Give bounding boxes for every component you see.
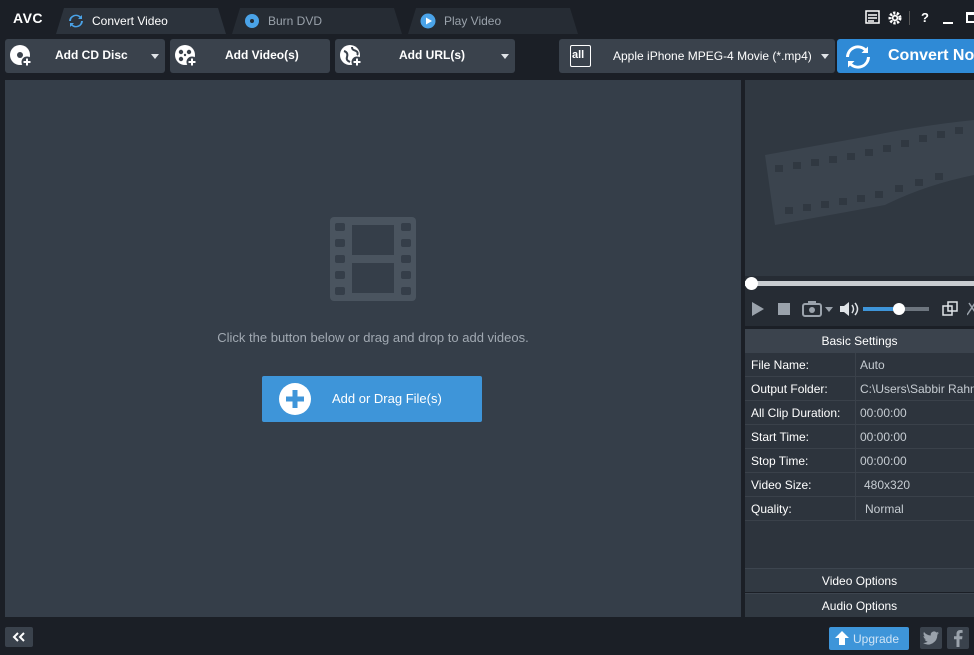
twitter-icon[interactable] — [920, 627, 942, 649]
titlebar-divider — [909, 11, 910, 25]
add-urls-button[interactable]: Add URL(s) — [335, 39, 515, 73]
queue-list-icon[interactable] — [864, 9, 882, 27]
button-label: Add Video(s) — [225, 48, 299, 62]
play-icon[interactable] — [752, 302, 764, 316]
chevron-down-icon[interactable] — [825, 307, 833, 312]
audio-options-button[interactable]: Audio Options — [745, 593, 974, 617]
video-drop-area[interactable]: Click the button below or drag and drop … — [5, 80, 741, 617]
add-videos-button[interactable]: Add Video(s) — [170, 39, 330, 73]
cd-add-icon — [10, 45, 33, 68]
row-key: Quality: — [751, 502, 792, 516]
settings-row[interactable]: Quality: Normal — [745, 497, 974, 521]
settings-header[interactable]: Basic Settings — [745, 329, 974, 353]
maximize-icon[interactable] — [966, 12, 974, 23]
help-button[interactable]: ? — [921, 10, 929, 25]
row-key: Start Time: — [751, 430, 810, 444]
add-or-drag-files-button[interactable]: Add or Drag File(s) — [262, 376, 482, 422]
settings-row[interactable]: All Clip Duration: 00:00:00 — [745, 401, 974, 425]
profile-all-icon: all — [570, 45, 591, 67]
button-label: Add CD Disc — [55, 48, 128, 62]
chevron-down-icon[interactable] — [821, 54, 829, 59]
globe-add-icon — [340, 45, 363, 68]
row-key: All Clip Duration: — [751, 406, 841, 420]
drop-hint-text: Click the button below or drag and drop … — [217, 330, 529, 345]
settings-row[interactable]: Video Size: 480x320 — [745, 473, 974, 497]
row-key: Video Size: — [751, 478, 812, 492]
output-profile-select[interactable]: all Apple iPhone MPEG-4 Movie (*.mp4) — [559, 39, 835, 73]
seek-track[interactable] — [745, 281, 974, 286]
seek-handle[interactable] — [745, 277, 758, 290]
row-value[interactable]: Normal — [865, 502, 904, 516]
row-key: Stop Time: — [751, 454, 809, 468]
button-label: Add or Drag File(s) — [332, 391, 442, 406]
row-value[interactable]: 00:00:00 — [860, 430, 907, 444]
row-key: File Name: — [751, 358, 810, 372]
tab-label: Burn DVD — [268, 14, 323, 28]
row-value[interactable]: 480x320 — [864, 478, 910, 492]
tab-label: Play Video — [444, 14, 502, 28]
chevron-down-icon[interactable] — [151, 54, 159, 59]
facebook-icon[interactable] — [947, 627, 969, 649]
basic-settings-panel: Basic Settings File Name: Auto Output Fol… — [745, 329, 974, 568]
plus-circle-icon — [279, 383, 311, 415]
video-preview — [745, 80, 974, 276]
row-value[interactable]: Auto — [860, 358, 885, 372]
settings-row[interactable]: Stop Time: 00:00:00 — [745, 449, 974, 473]
volume-icon[interactable] — [839, 301, 859, 317]
upgrade-button[interactable]: Upgrade — [829, 627, 909, 650]
settings-row[interactable]: File Name: Auto — [745, 353, 974, 377]
film-reel-add-icon — [175, 45, 198, 68]
volume-handle[interactable] — [893, 303, 905, 315]
app-logo: AVC — [13, 10, 44, 26]
chevron-down-icon[interactable] — [501, 54, 509, 59]
convert-now-button[interactable]: Convert Now — [837, 39, 974, 73]
tab-convert-video[interactable]: Convert Video — [56, 8, 226, 34]
row-value: 00:00:00 — [860, 406, 907, 420]
row-value[interactable]: 00:00:00 — [860, 454, 907, 468]
button-label: Add URL(s) — [399, 48, 465, 62]
cut-icon[interactable] — [967, 301, 974, 317]
convert-refresh-icon — [68, 13, 84, 29]
play-circle-icon — [420, 13, 436, 29]
refresh-icon — [846, 45, 870, 69]
settings-gear-icon[interactable] — [886, 9, 904, 27]
row-value[interactable]: C:\Users\Sabbir Rahm — [860, 382, 974, 396]
detach-window-icon[interactable] — [942, 301, 958, 317]
settings-row[interactable]: Output Folder: C:\Users\Sabbir Rahm — [745, 377, 974, 401]
status-bar — [0, 620, 974, 655]
video-options-button[interactable]: Video Options — [745, 568, 974, 592]
minimize-icon[interactable] — [943, 22, 953, 24]
convert-label: Convert Now — [888, 47, 974, 64]
film-strip-watermark-icon — [765, 120, 974, 225]
upgrade-label: Upgrade — [853, 632, 900, 646]
stop-icon[interactable] — [778, 303, 790, 315]
row-key: Output Folder: — [751, 382, 828, 396]
film-strip-icon — [330, 217, 416, 301]
tab-play-video[interactable]: Play Video — [408, 8, 578, 34]
tab-burn-dvd[interactable]: Burn DVD — [232, 8, 402, 34]
add-cd-disc-button[interactable]: Add CD Disc — [5, 39, 165, 73]
tab-label: Convert Video — [92, 14, 168, 28]
disc-icon — [244, 13, 260, 29]
upgrade-arrow-icon — [835, 631, 849, 645]
collapse-button[interactable] — [5, 627, 33, 647]
app-window: AVC Convert Video Burn DVD Play Video ? — [0, 0, 974, 655]
profile-label: Apple iPhone MPEG-4 Movie (*.mp4) — [613, 49, 812, 63]
snapshot-camera-icon[interactable] — [802, 301, 822, 317]
settings-row[interactable]: Start Time: 00:00:00 — [745, 425, 974, 449]
player-controls — [745, 276, 974, 326]
double-chevron-left-icon — [12, 632, 25, 642]
